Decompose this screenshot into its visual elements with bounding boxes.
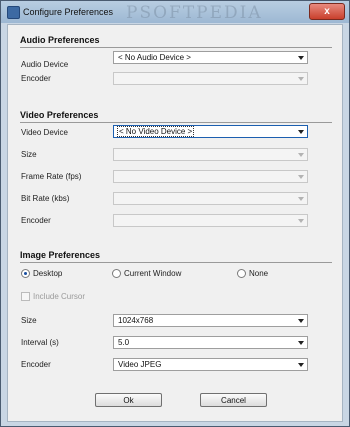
radio-current-window-label[interactable]: Current Window: [124, 269, 181, 278]
image-encoder-value: Video JPEG: [118, 360, 162, 369]
title-bar[interactable]: Configure Preferences PSOFTPEDIA x: [1, 1, 349, 23]
bit-rate-label: Bit Rate (kbs): [21, 194, 70, 203]
chevron-down-icon: [295, 316, 306, 325]
radio-current-window[interactable]: [112, 269, 121, 278]
chevron-down-icon: [295, 360, 306, 369]
image-encoder-label: Encoder: [21, 360, 51, 369]
close-button[interactable]: x: [309, 3, 345, 20]
interval-select[interactable]: 5.0: [113, 336, 308, 349]
image-size-label: Size: [21, 316, 37, 325]
chevron-down-icon: [295, 338, 306, 347]
window-title: Configure Preferences: [23, 7, 114, 17]
audio-encoder-select[interactable]: [113, 72, 308, 85]
interval-value: 5.0: [118, 338, 130, 347]
image-section-title: Image Preferences: [20, 250, 101, 260]
audio-device-value: < No Audio Device >: [118, 53, 191, 62]
frame-rate-select[interactable]: [113, 170, 308, 183]
video-section-divider: [20, 122, 332, 123]
close-icon: x: [324, 6, 330, 17]
video-size-select[interactable]: [113, 148, 308, 161]
preferences-panel: Audio Preferences Audio Device < No Audi…: [7, 24, 343, 422]
bit-rate-select[interactable]: [113, 192, 308, 205]
chevron-down-icon: [295, 150, 306, 159]
cancel-button[interactable]: Cancel: [200, 393, 267, 407]
video-encoder-select[interactable]: [113, 214, 308, 227]
video-section-title: Video Preferences: [20, 110, 99, 120]
radio-none[interactable]: [237, 269, 246, 278]
include-cursor-label: Include Cursor: [33, 292, 86, 301]
image-section-divider: [20, 262, 332, 263]
video-encoder-label: Encoder: [21, 216, 51, 225]
radio-desktop-label[interactable]: Desktop: [33, 269, 62, 278]
configure-preferences-window: Configure Preferences PSOFTPEDIA x Audio…: [0, 0, 350, 427]
watermark-text: PSOFTPEDIA: [126, 3, 263, 23]
chevron-down-icon: [295, 216, 306, 225]
chevron-down-icon: [295, 74, 306, 83]
frame-rate-label: Frame Rate (fps): [21, 172, 82, 181]
image-encoder-select[interactable]: Video JPEG: [113, 358, 308, 371]
audio-device-select[interactable]: < No Audio Device >: [113, 51, 308, 64]
interval-label: Interval (s): [21, 338, 59, 347]
audio-encoder-label: Encoder: [21, 74, 51, 83]
audio-section-title: Audio Preferences: [20, 35, 100, 45]
app-icon: [7, 6, 20, 19]
chevron-down-icon: [295, 127, 306, 136]
video-device-label: Video Device: [21, 128, 68, 137]
chevron-down-icon: [295, 194, 306, 203]
audio-section-divider: [20, 47, 332, 48]
video-device-select[interactable]: < No Video Device >: [113, 125, 308, 138]
include-cursor-checkbox[interactable]: [21, 292, 30, 301]
radio-desktop[interactable]: [21, 269, 30, 278]
video-device-value: < No Video Device >: [116, 126, 195, 137]
chevron-down-icon: [295, 172, 306, 181]
video-size-label: Size: [21, 150, 37, 159]
image-size-value: 1024x768: [118, 316, 154, 325]
image-size-select[interactable]: 1024x768: [113, 314, 308, 327]
chevron-down-icon: [295, 53, 306, 62]
radio-none-label[interactable]: None: [249, 269, 268, 278]
audio-device-label: Audio Device: [21, 60, 69, 69]
ok-button[interactable]: Ok: [95, 393, 162, 407]
